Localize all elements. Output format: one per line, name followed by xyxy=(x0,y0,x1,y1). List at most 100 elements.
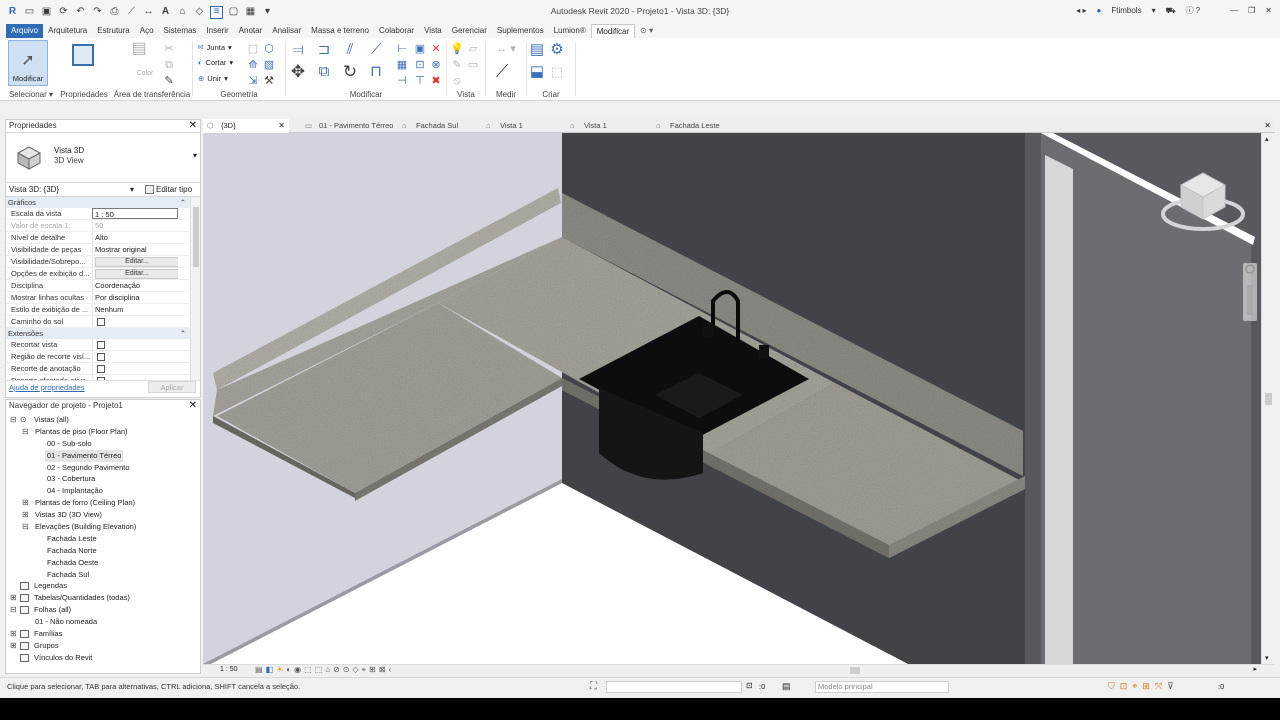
property-value[interactable]: Por disciplina xyxy=(92,292,178,303)
rotate-icon[interactable]: ↻ xyxy=(343,63,357,80)
split-icon[interactable]: ⊢ xyxy=(395,42,409,56)
panel-select-label[interactable]: Selecionar ▾ xyxy=(6,90,56,99)
view-tab[interactable]: ▭ 01 - Pavimento Térreo xyxy=(289,119,393,133)
select-pinned-icon[interactable]: ⌖ xyxy=(1132,681,1137,692)
tab-massa-e-terreno[interactable]: Massa e terreno xyxy=(306,24,374,38)
user-icon[interactable]: ● xyxy=(1097,6,1102,15)
close-tab-icon[interactable]: ✕ xyxy=(278,119,285,133)
pin-icon[interactable]: ▣ xyxy=(413,42,427,56)
property-value[interactable]: Coordenação xyxy=(92,280,178,291)
expand-icon[interactable]: ⊞ xyxy=(10,628,17,640)
tree-item[interactable]: ⊟ ⊙ Vistas (all) xyxy=(6,414,200,426)
mirror-draw-icon[interactable]: ⟋ xyxy=(369,42,383,57)
close-properties-icon[interactable]: ✕ xyxy=(189,120,197,132)
tree-item[interactable]: 04 - Implantação xyxy=(6,485,200,497)
select-links-icon[interactable]: ⛉ xyxy=(1108,681,1115,692)
temp-hide-icon[interactable]: ⊘ xyxy=(333,665,340,675)
vertical-scroll-thumb[interactable] xyxy=(1265,393,1272,405)
navigation-bar[interactable] xyxy=(1243,263,1257,321)
view-tab[interactable]: ⌂ Fachada Leste xyxy=(640,119,732,133)
tab-modificar[interactable]: Modificar xyxy=(590,24,636,38)
tab-arquivo[interactable]: Arquivo xyxy=(6,24,44,38)
scale-icon[interactable]: ⊡ xyxy=(413,58,427,72)
tree-item[interactable]: 01 - Não nomeada xyxy=(6,616,200,628)
create-parts-icon[interactable]: ⚙ xyxy=(550,42,564,57)
split-face-icon[interactable]: ⬡ xyxy=(262,42,276,56)
close-all-tabs-icon[interactable]: ✕ xyxy=(1264,119,1271,133)
properties-tool-button[interactable] xyxy=(70,42,96,66)
scroll-down-icon[interactable]: ▾ xyxy=(1265,654,1269,662)
minimize-button[interactable]: — xyxy=(1230,6,1238,15)
cart-icon[interactable]: ⛟ xyxy=(1166,6,1176,16)
view-tab[interactable]: ⌂ Vista 1 xyxy=(554,119,640,133)
tree-item[interactable]: ⊞ Plantas de forro (Ceiling Plan) xyxy=(6,497,200,509)
shadows-icon[interactable]: ◐ xyxy=(286,665,291,675)
visual-style-icon[interactable]: ◧ xyxy=(266,665,274,675)
paint-icon[interactable]: ▧ xyxy=(262,58,276,72)
tab-colaborar[interactable]: Colaborar xyxy=(374,24,419,38)
properties-scrollbar[interactable] xyxy=(190,197,200,380)
select-underlay-icon[interactable]: ⊡ xyxy=(1120,681,1128,692)
tab-lumion[interactable]: Lumion® xyxy=(549,24,591,38)
array-icon[interactable]: ▦ xyxy=(395,58,409,72)
tab-arquitetura[interactable]: Arquitetura xyxy=(43,24,92,38)
ribbon-options-icon[interactable]: ⊙ ▾ xyxy=(635,24,658,38)
hammer-icon[interactable]: ⚒ xyxy=(262,74,276,88)
highlight-icon[interactable]: ⊞ xyxy=(369,665,376,675)
instance-chevron-icon[interactable]: ▾ xyxy=(130,183,134,196)
delete-element-icon[interactable]: ✖ xyxy=(429,74,443,88)
help-button[interactable]: ⓘ xyxy=(1186,5,1194,16)
mirror-axis-icon[interactable]: ⫽ xyxy=(343,42,357,57)
collapse-icon[interactable]: ⊟ xyxy=(10,604,17,616)
property-value[interactable]: 1 : 50 xyxy=(92,208,178,219)
show-crop-icon[interactable]: ⬚ xyxy=(315,665,323,675)
section-extents[interactable]: Extensões ⌃ xyxy=(6,328,200,339)
match-icon[interactable]: ✎ xyxy=(162,74,176,88)
analytical-icon[interactable]: ⌖ xyxy=(362,665,367,675)
tree-item[interactable]: ⊟ Plantas de piso (Floor Plan) xyxy=(6,426,200,438)
edit-button[interactable]: Editar... xyxy=(95,257,178,267)
move-icon[interactable]: ✥ xyxy=(291,63,305,80)
editable-only-icon[interactable]: ⊡ xyxy=(746,681,753,690)
3d-scene[interactable] xyxy=(203,133,1261,664)
tree-item[interactable]: 01 - Pavimento Térreo xyxy=(6,449,200,462)
extend-icon[interactable]: ⊤ xyxy=(413,74,427,88)
design-options-icon[interactable]: ▤ xyxy=(782,681,791,692)
property-value[interactable]: Mostrar original xyxy=(92,244,178,255)
tab-vista[interactable]: Vista xyxy=(419,24,447,38)
tree-item[interactable]: Fachada Leste xyxy=(6,533,200,545)
tab-gerenciar[interactable]: Gerenciar xyxy=(447,24,492,38)
modify-tool-button[interactable]: ➚ Modificar xyxy=(8,40,48,86)
worksharing-icon[interactable]: ◇ xyxy=(353,665,359,675)
user-name[interactable]: Ftimbols xyxy=(1111,6,1141,15)
horizontal-scroll-thumb[interactable] xyxy=(850,667,860,674)
copy-element-icon[interactable]: ⧉ xyxy=(317,64,331,79)
align-icon[interactable]: ⫤ xyxy=(291,42,305,57)
tree-item[interactable]: ⊞ Grupos xyxy=(6,640,200,652)
expand-icon[interactable]: ⊞ xyxy=(10,592,17,604)
tree-item[interactable]: ⊞ Tabelas/Quantidades (todas) xyxy=(6,592,200,604)
tree-item[interactable]: Fachada Norte xyxy=(6,545,200,557)
workset-icon[interactable]: ⛶ xyxy=(590,681,597,692)
view-tab[interactable]: ⌂ Vista 1 xyxy=(470,119,554,133)
user-menu-chevron-icon[interactable]: ▾ xyxy=(1152,6,1156,15)
tree-item[interactable]: Fachada Sul xyxy=(6,569,200,581)
tab-anotar[interactable]: Anotar xyxy=(234,24,268,38)
edit-button[interactable]: Editar... xyxy=(95,269,178,279)
close-button[interactable]: ✕ xyxy=(1265,6,1272,15)
tree-item[interactable]: 02 - Segundo Pavimento xyxy=(6,462,200,474)
checkbox[interactable] xyxy=(97,353,105,361)
apply-button[interactable]: Aplicar xyxy=(148,381,196,393)
dimension-tool-icon[interactable]: ⟋ xyxy=(495,62,509,80)
collapse-icon[interactable]: ⊟ xyxy=(22,521,29,533)
create-assembly-icon[interactable]: ▤ xyxy=(530,42,544,57)
3d-viewport[interactable] xyxy=(203,133,1261,664)
tree-item[interactable]: Vínculos do Revit xyxy=(6,652,200,664)
select-by-face-icon[interactable]: ⊞ xyxy=(1142,681,1150,692)
demolish-icon[interactable]: ⇲ xyxy=(246,74,260,88)
unpin-icon[interactable]: ⊗ xyxy=(429,58,443,72)
checkbox[interactable] xyxy=(97,318,105,326)
expand-icon[interactable]: ⊞ xyxy=(22,497,29,509)
workset-dropdown[interactable] xyxy=(606,681,742,693)
property-value[interactable]: Nenhum xyxy=(92,304,178,315)
